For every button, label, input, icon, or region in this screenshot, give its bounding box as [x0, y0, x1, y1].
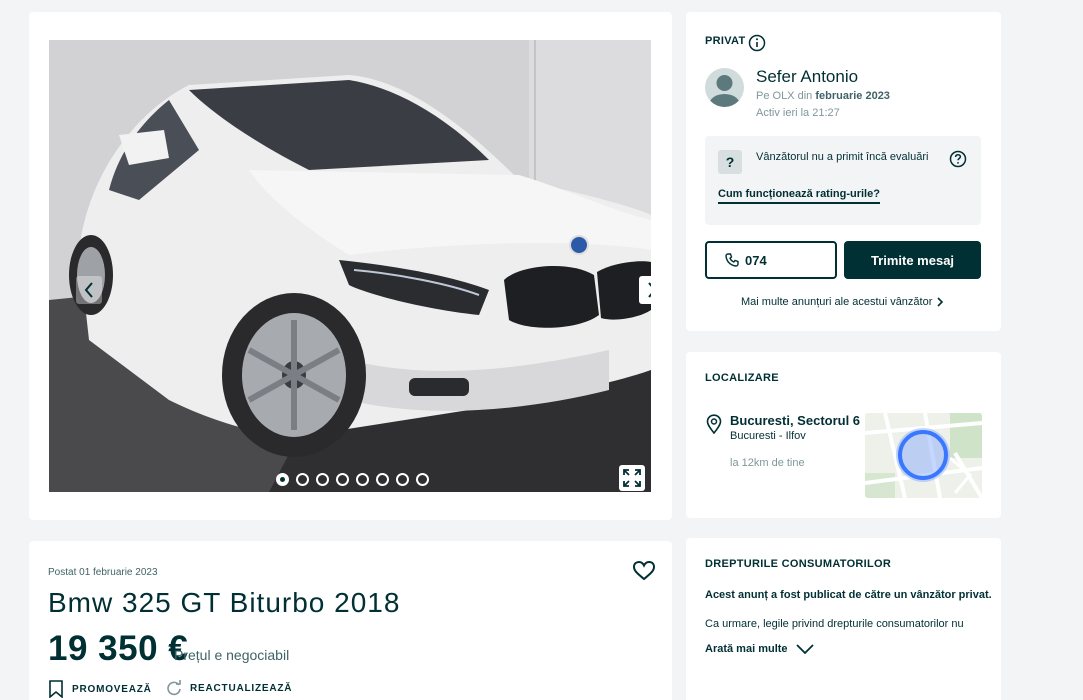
- phone-number: 074: [745, 252, 767, 268]
- seller-type-label: PRIVAT: [705, 35, 746, 47]
- pagination-dot[interactable]: [336, 473, 349, 486]
- refresh-label: REACTUALIZEAZĂ: [190, 682, 293, 694]
- favorite-button[interactable]: [632, 560, 656, 586]
- show-more-button[interactable]: Arată mai multe: [705, 643, 814, 655]
- pagination-dot[interactable]: [416, 473, 429, 486]
- location-card: LOCALIZARE Bucuresti, Sectorul 6 Bucures…: [686, 352, 1001, 518]
- chevron-right-icon: [648, 282, 651, 298]
- more-ads-label: Mai multe anunțuri ale acestui vânzător: [741, 296, 933, 308]
- chevron-down-icon: [795, 644, 814, 654]
- pagination-dot[interactable]: [316, 473, 329, 486]
- map-thumbnail: [865, 413, 982, 498]
- rating-box: ? Vânzătorul nu a primit încă evaluări C…: [705, 136, 981, 225]
- phone-icon: [725, 253, 739, 267]
- rating-info-link[interactable]: Cum funcționează rating-urile?: [718, 188, 880, 204]
- seller-since-prefix: Pe OLX din: [756, 90, 813, 102]
- location-distance: la 12km de tine: [730, 457, 805, 469]
- rating-badge: ?: [718, 150, 742, 174]
- user-avatar-icon: [709, 75, 740, 107]
- location-pin-icon: [706, 414, 722, 434]
- seller-card: PRIVAT Sefer Antonio Pe OLX din februari…: [686, 12, 1001, 331]
- location-city: Bucuresti, Sectorul 6: [730, 413, 861, 428]
- more-seller-ads-link[interactable]: Mai multe anunțuri ale acestui vânzător: [741, 296, 944, 308]
- pagination-dot[interactable]: [276, 473, 289, 486]
- pagination-dot[interactable]: [296, 473, 309, 486]
- info-icon[interactable]: [748, 34, 766, 52]
- fullscreen-button[interactable]: [619, 465, 645, 491]
- promote-label: PROMOVEAZĂ: [72, 683, 152, 695]
- help-icon[interactable]: [949, 150, 967, 168]
- promote-button[interactable]: PROMOVEAZĂ: [48, 680, 152, 698]
- posted-date: Postat 01 februarie 2023: [48, 567, 158, 578]
- next-image-button[interactable]: [639, 276, 651, 304]
- location-map[interactable]: [865, 413, 982, 498]
- ad-title: Bmw 325 GT Biturbo 2018: [48, 587, 401, 618]
- rating-text: Vânzătorul nu a primit încă evaluări: [756, 151, 929, 163]
- show-more-label: Arată mai multe: [705, 643, 788, 655]
- chevron-right-icon: [937, 297, 944, 307]
- consumer-text: Ca urmare, legile privind drepturile con…: [705, 618, 964, 630]
- location-region: Bucuresti - Ilfov: [730, 430, 806, 442]
- gallery-card: [29, 12, 672, 520]
- avatar: [705, 68, 744, 107]
- seller-name: Sefer Antonio: [756, 67, 859, 86]
- chevron-left-icon: [84, 282, 93, 298]
- car-photo[interactable]: [49, 40, 651, 492]
- seller-since: Pe OLX din februarie 2023: [756, 90, 890, 102]
- seller-last-active: Activ ieri la 21:27: [756, 107, 840, 119]
- refresh-icon: [167, 680, 181, 696]
- consumer-private-seller-note: Acest anunț a fost publicat de către un …: [705, 589, 992, 601]
- ad-price: 19 350 €: [48, 629, 189, 668]
- pagination-dot[interactable]: [396, 473, 409, 486]
- consumer-section-label: DREPTURILE CONSUMATORILOR: [705, 558, 892, 570]
- pagination-dot[interactable]: [376, 473, 389, 486]
- ad-details-card: Postat 01 februarie 2023 Bmw 325 GT Bitu…: [29, 541, 672, 700]
- show-phone-button[interactable]: 074: [705, 241, 837, 279]
- car-image: [49, 40, 651, 492]
- heart-icon: [632, 560, 656, 581]
- seller-since-date: februarie 2023: [815, 90, 890, 102]
- pagination-dot[interactable]: [356, 473, 369, 486]
- expand-icon: [623, 469, 641, 487]
- send-message-button[interactable]: Trimite mesaj: [844, 241, 981, 279]
- location-section-label: LOCALIZARE: [705, 372, 779, 384]
- negotiable-label: Prețul e negociabil: [174, 647, 290, 663]
- consumer-rights-card: DREPTURILE CONSUMATORILOR Acest anunț a …: [686, 538, 1001, 700]
- image-pagination: [276, 473, 429, 486]
- bookmark-icon: [49, 680, 63, 698]
- prev-image-button[interactable]: [76, 276, 102, 304]
- refresh-button[interactable]: REACTUALIZEAZĂ: [166, 680, 292, 696]
